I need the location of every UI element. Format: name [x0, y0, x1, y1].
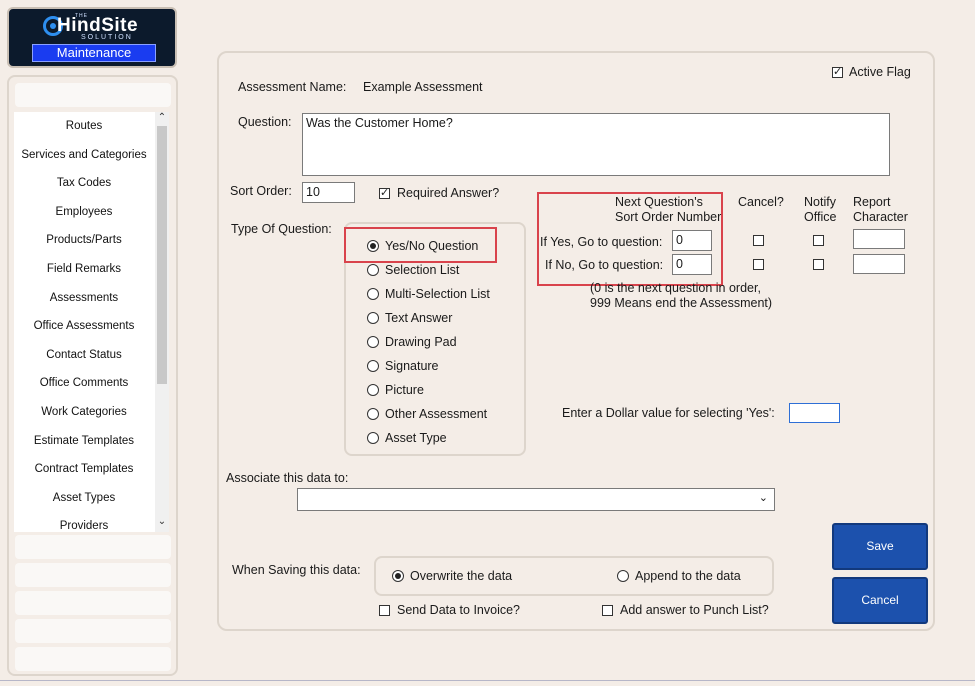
- notify-header: Notify: [804, 195, 836, 209]
- if-no-input[interactable]: 0: [672, 254, 712, 275]
- sidebar-item-estimate-templates[interactable]: Estimate Templates: [14, 435, 154, 447]
- type-picture-label: Picture: [385, 383, 424, 397]
- sidebar-item-office-comments[interactable]: Office Comments: [14, 377, 154, 389]
- if-yes-input[interactable]: 0: [672, 230, 712, 251]
- type-signature-label: Signature: [385, 359, 439, 373]
- sidebar-section-button[interactable]: [15, 83, 171, 107]
- sidebar-item-contract-templates[interactable]: Contract Templates: [14, 463, 154, 475]
- type-multi-selection-radio[interactable]: [367, 288, 379, 300]
- active-flag-checkbox[interactable]: [832, 65, 843, 78]
- chevron-down-icon: ⌄: [758, 492, 768, 504]
- required-answer-label: Required Answer?: [397, 186, 500, 200]
- yes-report-character-input[interactable]: [853, 229, 905, 249]
- no-cancel-checkbox[interactable]: [753, 259, 764, 270]
- punch-list-checkbox[interactable]: [602, 605, 613, 616]
- dollar-value-input[interactable]: [789, 403, 840, 423]
- scrollbar-thumb[interactable]: [157, 126, 167, 384]
- yes-notify-checkbox[interactable]: [813, 235, 824, 246]
- sidebar-list: Routes Services and Categories Tax Codes…: [14, 112, 169, 532]
- type-asset-type-radio[interactable]: [367, 432, 379, 444]
- assessment-name-label: Assessment Name:: [238, 80, 347, 94]
- overwrite-radio[interactable]: [392, 570, 404, 582]
- section-title: Maintenance: [32, 44, 156, 62]
- type-picture-radio[interactable]: [367, 384, 379, 396]
- sidebar-item-services[interactable]: Services and Categories: [14, 149, 154, 161]
- save-button[interactable]: Save: [832, 523, 928, 570]
- type-drawing-pad-label: Drawing Pad: [385, 335, 457, 349]
- active-flag-label: Active Flag: [849, 65, 911, 79]
- send-invoice-label: Send Data to Invoice?: [397, 603, 520, 617]
- type-multi-selection-label: Multi-Selection List: [385, 287, 490, 301]
- status-divider: [0, 680, 975, 681]
- type-selection-list-label: Selection List: [385, 263, 460, 277]
- type-text-answer-label: Text Answer: [385, 311, 453, 325]
- sort-order-number-header: Sort Order Number: [615, 210, 722, 224]
- type-other-assessment-radio[interactable]: [367, 408, 379, 420]
- sidebar-item-contact-status[interactable]: Contact Status: [14, 349, 154, 361]
- sidebar-scrollbar[interactable]: ⌃ ⌄: [155, 112, 169, 532]
- scroll-up-icon[interactable]: ⌃: [157, 112, 167, 123]
- type-of-question-label: Type Of Question:: [231, 222, 332, 236]
- type-other-assessment-label: Other Assessment: [385, 407, 488, 421]
- sidebar-section-button[interactable]: [15, 535, 171, 559]
- sort-order-label: Sort Order:: [230, 184, 292, 198]
- yes-cancel-checkbox[interactable]: [753, 235, 764, 246]
- sidebar-item-tax-codes[interactable]: Tax Codes: [14, 177, 154, 189]
- send-invoice-checkbox[interactable]: [379, 605, 390, 616]
- append-label: Append to the data: [635, 569, 741, 583]
- punch-list-label: Add answer to Punch List?: [620, 603, 769, 617]
- character-header: Character: [853, 210, 908, 224]
- no-report-character-input[interactable]: [853, 254, 905, 274]
- associate-select[interactable]: ⌄: [297, 488, 775, 511]
- if-yes-label: If Yes, Go to question:: [540, 235, 663, 249]
- scroll-down-icon[interactable]: ⌄: [157, 516, 167, 527]
- append-radio[interactable]: [617, 570, 629, 582]
- app-logo: THE HindSite SOLUTION Maintenance: [7, 7, 177, 68]
- when-saving-label: When Saving this data:: [232, 563, 361, 577]
- type-drawing-pad-radio[interactable]: [367, 336, 379, 348]
- if-no-label: If No, Go to question:: [545, 258, 664, 272]
- type-text-answer-radio[interactable]: [367, 312, 379, 324]
- sort-order-note-1: (0 is the next question in order,: [590, 281, 761, 295]
- cancel-button[interactable]: Cancel: [832, 577, 928, 624]
- sort-order-note-2: 999 Means end the Assessment): [590, 296, 773, 310]
- sidebar-item-office-assessments[interactable]: Office Assessments: [14, 320, 154, 332]
- sidebar-section-button[interactable]: [15, 647, 171, 671]
- associate-label: Associate this data to:: [226, 471, 349, 485]
- overwrite-label: Overwrite the data: [410, 569, 513, 583]
- sidebar-item-products[interactable]: Products/Parts: [14, 234, 154, 246]
- no-notify-checkbox[interactable]: [813, 259, 824, 270]
- type-yes-no-label: Yes/No Question: [385, 239, 479, 253]
- question-label: Question:: [238, 115, 292, 129]
- sidebar-item-assessments[interactable]: Assessments: [14, 292, 154, 304]
- sidebar-section-button[interactable]: [15, 619, 171, 643]
- type-signature-radio[interactable]: [367, 360, 379, 372]
- report-header: Report: [853, 195, 891, 209]
- cancel-header: Cancel?: [738, 195, 784, 209]
- logo-sub: SOLUTION: [81, 34, 133, 41]
- question-input[interactable]: Was the Customer Home?: [302, 113, 890, 176]
- type-yes-no-radio[interactable]: [367, 240, 379, 252]
- sidebar-item-field-remarks[interactable]: Field Remarks: [14, 263, 154, 275]
- sidebar-item-work-categories[interactable]: Work Categories: [14, 406, 154, 418]
- required-answer-checkbox[interactable]: [379, 186, 390, 199]
- sidebar-item-routes[interactable]: Routes: [14, 120, 154, 132]
- sidebar-section-button[interactable]: [15, 563, 171, 587]
- sort-order-input[interactable]: 10: [302, 182, 355, 203]
- type-selection-list-radio[interactable]: [367, 264, 379, 276]
- sidebar-item-asset-types[interactable]: Asset Types: [14, 492, 154, 504]
- sidebar-item-providers[interactable]: Providers: [14, 520, 154, 532]
- next-question-header: Next Question's: [615, 195, 703, 209]
- sidebar-section-button[interactable]: [15, 591, 171, 615]
- type-asset-type-label: Asset Type: [385, 431, 447, 445]
- office-header: Office: [804, 210, 837, 224]
- assessment-name-value: Example Assessment: [363, 80, 483, 94]
- dollar-value-label: Enter a Dollar value for selecting 'Yes'…: [562, 406, 775, 420]
- sidebar-item-employees[interactable]: Employees: [14, 206, 154, 218]
